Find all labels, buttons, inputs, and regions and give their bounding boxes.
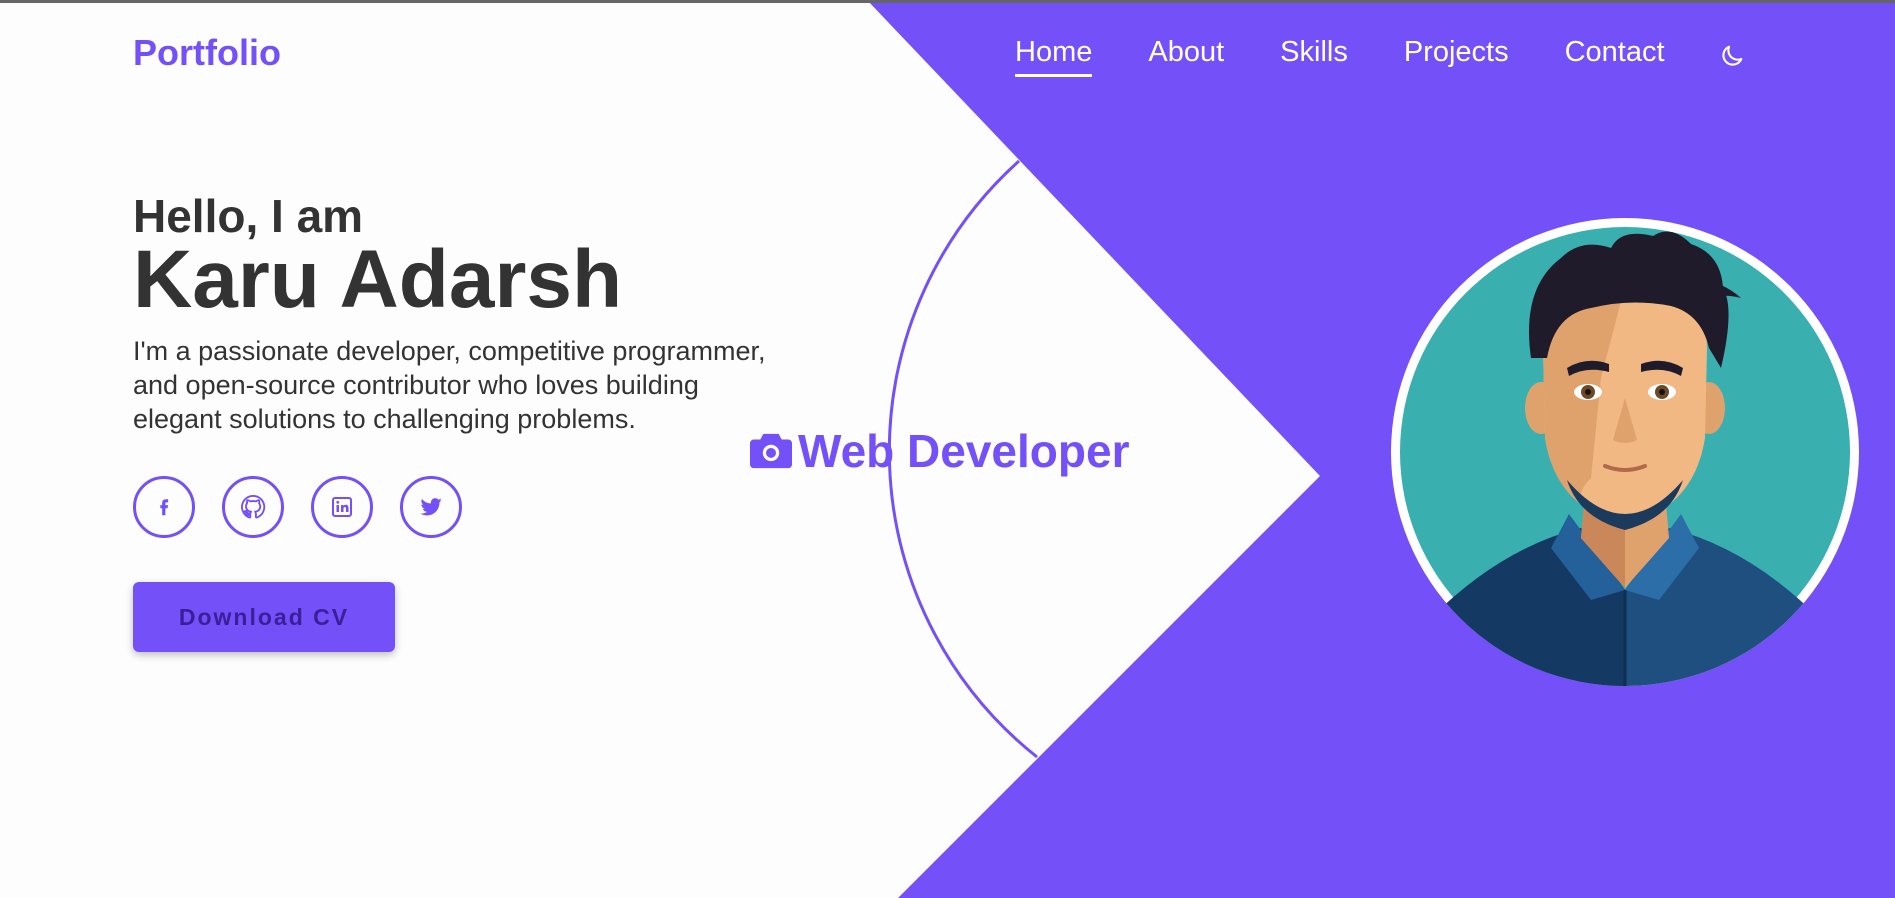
- nav-item-about[interactable]: About: [1148, 36, 1224, 75]
- role-title: Web Developer: [748, 424, 1129, 478]
- hero-section: Hello, I am Karu Adarsh I'm a passionate…: [133, 192, 783, 652]
- linkedin-icon: [332, 497, 352, 517]
- nav-item-contact[interactable]: Contact: [1565, 36, 1665, 75]
- twitter-icon: [420, 498, 442, 516]
- github-link[interactable]: [222, 476, 284, 538]
- role-title-text: Web Developer: [798, 425, 1130, 477]
- main-nav: Home About Skills Projects Contact: [1015, 36, 1747, 77]
- twitter-link[interactable]: [400, 476, 462, 538]
- facebook-link[interactable]: [133, 476, 195, 538]
- download-cv-button[interactable]: Download CV: [133, 582, 395, 652]
- facebook-icon: [160, 499, 169, 516]
- nav-item-projects[interactable]: Projects: [1404, 36, 1509, 75]
- nav-item-skills[interactable]: Skills: [1280, 36, 1348, 75]
- profile-avatar: [1391, 218, 1859, 686]
- github-icon: [241, 494, 266, 519]
- brand-logo[interactable]: Portfolio: [133, 32, 281, 74]
- window-top-border: [0, 0, 1895, 3]
- hero-name: Karu Adarsh: [133, 234, 623, 325]
- hero-greeting: Hello, I am: [133, 190, 364, 242]
- moon-icon: [1721, 45, 1742, 66]
- linkedin-link[interactable]: [311, 476, 373, 538]
- portfolio-page: Portfolio Home About Skills Projects Con…: [0, 0, 1895, 898]
- social-links: [133, 476, 783, 538]
- nav-item-home[interactable]: Home: [1015, 36, 1093, 77]
- theme-toggle-button[interactable]: [1717, 41, 1747, 71]
- camera-icon: [748, 430, 794, 472]
- hero-bio: I'm a passionate developer, competitive …: [133, 336, 766, 434]
